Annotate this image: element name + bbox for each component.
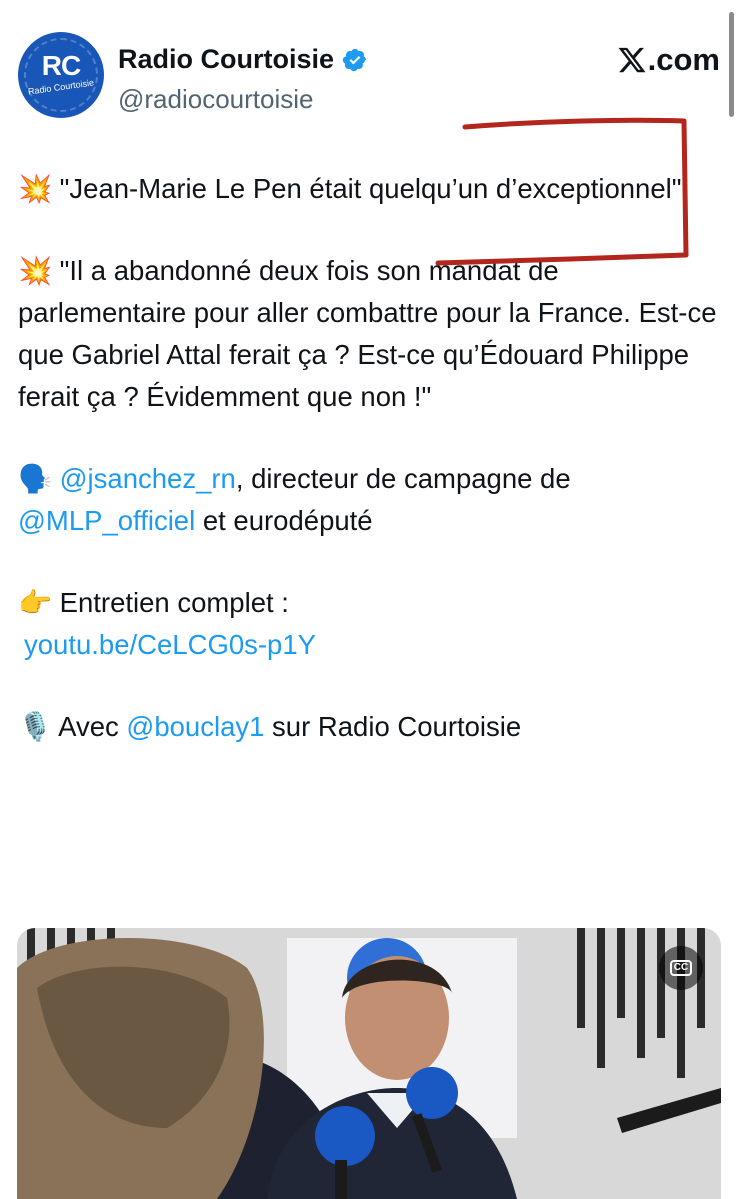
tweet-header: RC Radio Courtoisie Radio Courtoisie @ra… xyxy=(18,32,720,122)
video-frame xyxy=(17,928,721,1199)
credit-text-2: et eurodéputé xyxy=(195,505,373,536)
cc-label: CC xyxy=(669,960,693,976)
interview-label: Entretien complet : xyxy=(59,587,289,618)
collision-icon: 💥 xyxy=(18,255,53,287)
video-thumbnail[interactable]: CC xyxy=(17,928,721,1199)
youtube-link[interactable]: youtu.be/CeLCG0s-p1Y xyxy=(24,629,316,660)
microphone-icon: 🎙️ xyxy=(18,711,53,743)
credit-text: , directeur de campagne de xyxy=(235,463,571,494)
scrollbar[interactable] xyxy=(729,12,734,117)
closed-captions-icon[interactable]: CC xyxy=(659,946,703,990)
verified-badge-icon xyxy=(342,48,367,71)
source-label[interactable]: .com xyxy=(617,42,720,78)
pointing-hand-icon: 👉 xyxy=(18,587,53,619)
tweet-paragraph-3: 🗣️ @jsanchez_rn, directeur de campagne d… xyxy=(18,458,718,542)
tweet-paragraph-5: 🎙️ Avec @bouclay1 sur Radio Courtoisie xyxy=(18,706,718,748)
station-text: sur Radio Courtoisie xyxy=(264,711,522,742)
tweet-paragraph-2: 💥 "Il a abandonné deux fois son mandat d… xyxy=(18,250,718,418)
tweet-text: 💥 "Jean-Marie Le Pen était quelqu’un d’e… xyxy=(18,168,718,788)
mention-mlp[interactable]: @MLP_officiel xyxy=(18,505,195,536)
speaking-head-icon: 🗣️ xyxy=(18,463,53,495)
with-text: Avec xyxy=(58,711,127,742)
display-name[interactable]: Radio Courtoisie xyxy=(118,44,334,75)
source-domain: .com xyxy=(647,42,720,77)
tweet-paragraph-1: 💥 "Jean-Marie Le Pen était quelqu’un d’e… xyxy=(18,168,718,210)
quote-2: "Il a abandonné deux fois son mandat de … xyxy=(18,255,717,412)
quote-1: "Jean-Marie Le Pen était quelqu’un d’exc… xyxy=(59,173,682,204)
user-handle[interactable]: @radiocourtoisie xyxy=(118,84,313,115)
tweet-paragraph-4: 👉 Entretien complet : youtu.be/CeLCG0s-p1… xyxy=(18,582,718,666)
collision-icon: 💥 xyxy=(18,173,53,205)
mention-jsanchez[interactable]: @jsanchez_rn xyxy=(60,463,236,494)
mention-bouclay[interactable]: @bouclay1 xyxy=(126,711,264,742)
avatar[interactable]: RC Radio Courtoisie xyxy=(18,32,104,118)
x-logo-icon xyxy=(618,47,646,73)
name-row: Radio Courtoisie xyxy=(118,44,368,75)
